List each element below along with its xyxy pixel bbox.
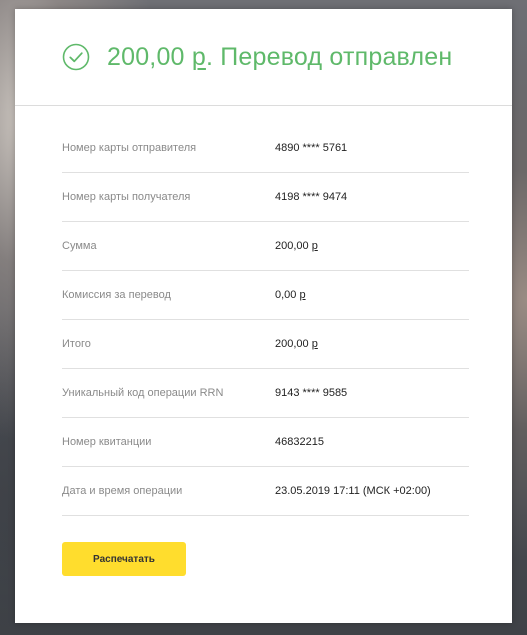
- detail-row-fee: Комиссия за перевод 0,00 р: [62, 271, 469, 320]
- detail-label: Номер карты отправителя: [62, 142, 197, 154]
- detail-row-amount: Сумма 200,00 р: [62, 222, 469, 271]
- detail-value: 4890 **** 5761: [275, 142, 348, 154]
- detail-row-recipient-card: Номер карты получателя 4198 **** 9474: [62, 173, 469, 222]
- detail-label: Дата и время операции: [62, 485, 183, 497]
- detail-label: Итого: [62, 338, 91, 350]
- detail-label: Уникальный код операции RRN: [62, 387, 224, 399]
- receipt-card: 200,00 р. Перевод отправлен Номер карты …: [15, 9, 512, 623]
- detail-value: 9143 **** 9585: [275, 387, 348, 399]
- detail-row-total: Итого 200,00 р: [62, 320, 469, 369]
- detail-row-receipt-number: Номер квитанции 46832215: [62, 418, 469, 467]
- receipt-header: 200,00 р. Перевод отправлен: [15, 9, 512, 106]
- detail-value: 200,00 р: [275, 240, 318, 252]
- detail-label: Комиссия за перевод: [62, 289, 171, 301]
- detail-value: 0,00 р: [275, 289, 306, 301]
- detail-row-datetime: Дата и время операции 23.05.2019 17:11 (…: [62, 467, 469, 516]
- check-circle-icon: [62, 43, 90, 71]
- detail-value: 4198 **** 9474: [275, 191, 348, 203]
- page-title: 200,00 р. Перевод отправлен: [107, 43, 452, 72]
- currency-symbol: р: [191, 42, 206, 71]
- transfer-status: . Перевод отправлен: [205, 42, 453, 71]
- detail-row-sender-card: Номер карты отправителя 4890 **** 5761: [62, 124, 469, 173]
- detail-row-rrn: Уникальный код операции RRN 9143 **** 95…: [62, 369, 469, 418]
- details-list: Номер карты отправителя 4890 **** 5761 Н…: [62, 124, 469, 516]
- detail-value: 23.05.2019 17:11 (МСК +02:00): [275, 485, 431, 497]
- transfer-amount: 200,00: [107, 42, 185, 71]
- print-button[interactable]: Распечатать: [62, 542, 186, 576]
- detail-label: Номер квитанции: [62, 436, 152, 448]
- detail-value: 200,00 р: [275, 338, 318, 350]
- detail-label: Номер карты получателя: [62, 191, 191, 203]
- detail-label: Сумма: [62, 240, 97, 252]
- detail-value: 46832215: [275, 436, 324, 448]
